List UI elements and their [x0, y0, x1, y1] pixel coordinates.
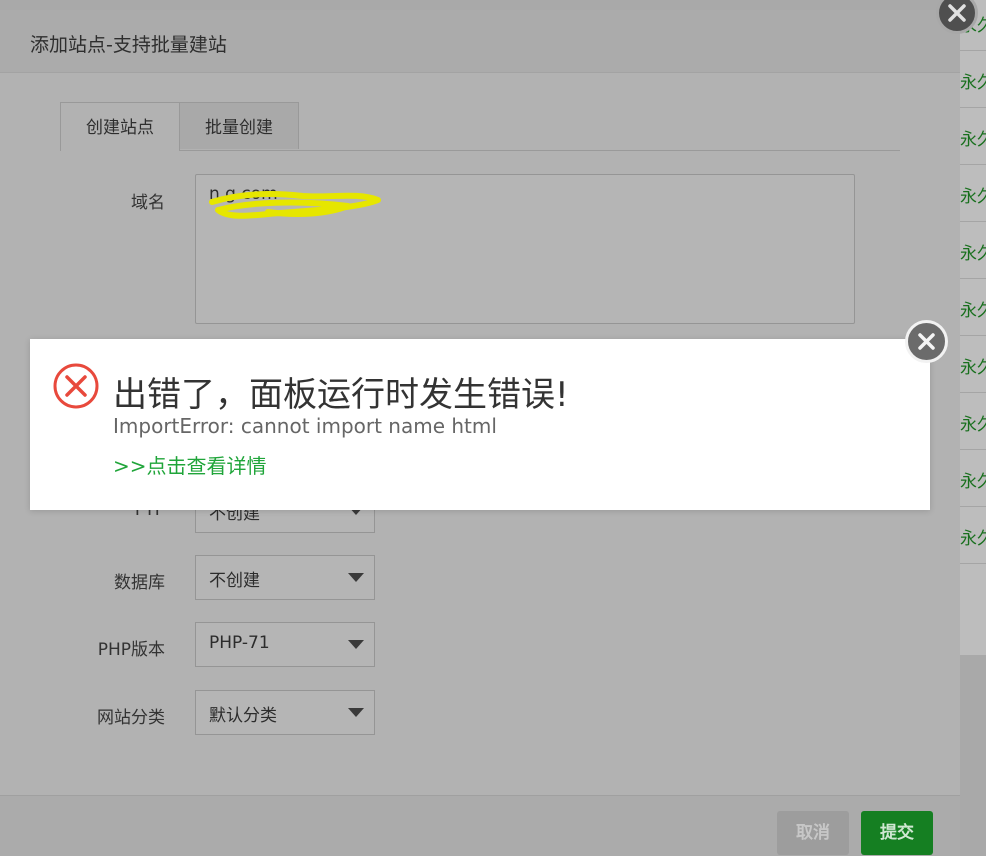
list-item: 永久: [960, 506, 986, 564]
chevron-down-icon: [348, 573, 364, 582]
php-version-label: PHP版本: [97, 640, 165, 660]
expiry-label: 永久: [960, 244, 986, 264]
list-item: 永久: [960, 164, 986, 222]
chevron-down-icon: [348, 640, 364, 649]
list-item: 永久: [960, 449, 986, 507]
php-version-select[interactable]: PHP-71: [195, 622, 375, 667]
list-item: 永久: [960, 335, 986, 393]
cancel-button[interactable]: 取消: [777, 811, 849, 855]
expiry-label: 永久: [960, 187, 986, 207]
expiry-label: 永久: [960, 130, 986, 150]
site-category-select[interactable]: 默认分类: [195, 690, 375, 735]
dialog-footer: 取消 提交: [0, 795, 960, 856]
submit-button[interactable]: 提交: [861, 811, 933, 855]
expiry-label: 永久: [960, 73, 986, 93]
error-toast: 出错了，面板运行时发生错误! ImportError: cannot impor…: [30, 339, 930, 510]
list-item: 永久: [960, 278, 986, 336]
tab-bar: 创建站点 批量创建: [60, 102, 900, 151]
expiry-label: 永久: [960, 415, 986, 435]
list-item: 永久: [960, 392, 986, 450]
database-value: 不创建: [209, 571, 260, 591]
expiry-label: 永久: [960, 358, 986, 378]
close-icon: [918, 333, 935, 350]
database-label: 数据库: [114, 573, 165, 593]
error-x-circle-icon: [53, 363, 99, 409]
php-version-value: PHP-71: [209, 633, 270, 653]
domain-label: 域名: [131, 193, 165, 213]
close-icon: [948, 4, 966, 22]
list-item: 永久: [960, 221, 986, 279]
expiry-label: 永久: [960, 472, 986, 492]
background-site-list: 永久 永久 永久 永久 永久 永久 永久 永久 永久 永久: [960, 0, 986, 655]
dialog-title: 添加站点-支持批量建站: [30, 34, 227, 56]
tab-batch-create[interactable]: 批量创建: [179, 102, 299, 149]
dialog-header: 添加站点-支持批量建站: [0, 10, 960, 73]
error-title: 出错了，面板运行时发生错误!: [113, 375, 569, 415]
view-details-link[interactable]: >>点击查看详情: [113, 450, 267, 479]
list-item: 永久: [960, 50, 986, 108]
database-select[interactable]: 不创建: [195, 555, 375, 600]
error-message: ImportError: cannot import name html: [113, 414, 497, 438]
site-category-label: 网站分类: [97, 708, 165, 728]
chevron-down-icon: [348, 708, 364, 717]
redaction-scribble: [209, 191, 381, 219]
tab-create-site[interactable]: 创建站点: [60, 102, 180, 151]
list-item: 永久: [960, 107, 986, 165]
site-category-value: 默认分类: [209, 706, 277, 726]
expiry-label: 永久: [960, 301, 986, 321]
expiry-label: 永久: [960, 529, 986, 549]
toast-close-button[interactable]: [905, 320, 948, 363]
dialog-close-button[interactable]: [936, 0, 978, 34]
